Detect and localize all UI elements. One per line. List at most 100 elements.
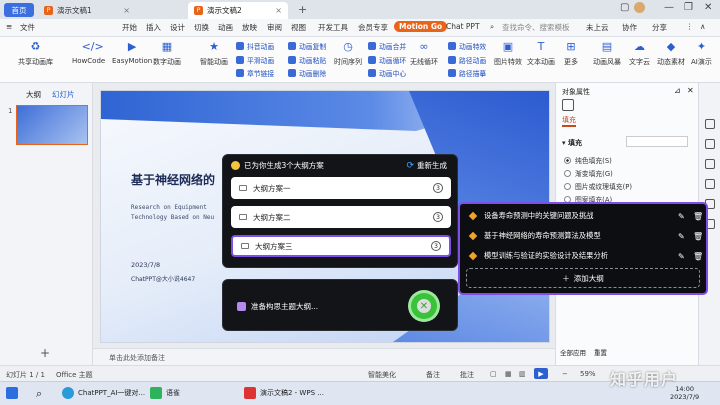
more-button[interactable]: ⊞ 更多: [564, 40, 578, 67]
infinite-loop-button[interactable]: ∞ 无线循环: [410, 40, 438, 67]
anim-merge-button[interactable]: 动画合并: [368, 41, 406, 51]
trash-icon[interactable]: 🗑: [693, 212, 703, 221]
notes-button[interactable]: 备注: [426, 370, 440, 380]
tab-doc1[interactable]: P 演示文稿1 ×: [38, 2, 136, 19]
share-anim-button[interactable]: ♻ 共享动画库: [18, 40, 53, 67]
tab-slides[interactable]: 幻灯片: [52, 89, 75, 100]
menu-insert[interactable]: 插入: [146, 22, 161, 33]
notes-area[interactable]: 单击此处添加备注: [93, 348, 555, 365]
menu-member[interactable]: 会员专享: [358, 22, 388, 33]
chapter-link-button[interactable]: 章节链接: [236, 68, 274, 78]
path-anim-button[interactable]: 路径动画: [448, 55, 486, 65]
apply-all-button[interactable]: 全部应用: [560, 347, 586, 357]
taskbar-app-yuque[interactable]: 语雀: [150, 387, 180, 399]
outline-item[interactable]: 设备寿命预测中的关键问题及挑战 ✎ 🗑: [468, 207, 703, 225]
new-tab-icon[interactable]: +: [298, 3, 307, 16]
maximize-icon[interactable]: ❐: [684, 2, 693, 13]
start-icon[interactable]: [6, 387, 22, 399]
reading-view-icon[interactable]: ▥: [519, 370, 526, 378]
layout-icon[interactable]: ▢: [620, 2, 629, 13]
collab-button[interactable]: 协作: [622, 22, 637, 33]
menu-start[interactable]: 开始: [122, 22, 137, 33]
tab-home[interactable]: 首页: [4, 3, 34, 17]
trash-icon[interactable]: 🗑: [693, 252, 703, 261]
menu-slideshow[interactable]: 放映: [242, 22, 257, 33]
radio-solid-fill[interactable]: 纯色填充(S): [564, 155, 612, 165]
menu-hamburger-icon[interactable]: ≡: [6, 22, 12, 31]
taskbar-app-chatppt[interactable]: ChatPPT_AI一键对...: [62, 387, 145, 399]
fill-section-title[interactable]: ▾ 填充: [562, 138, 582, 148]
zoom-out-icon[interactable]: −: [562, 370, 568, 378]
menu-dev-tools[interactable]: 开发工具: [318, 22, 348, 33]
cancel-generation-button[interactable]: ✕: [411, 293, 437, 319]
avatar[interactable]: [634, 2, 645, 13]
plan-option-1[interactable]: 大纲方案一 3: [231, 177, 451, 199]
taskbar-app-wps[interactable]: 演示文稿2 - WPS ...: [244, 387, 324, 399]
tab-doc2[interactable]: P 演示文稿2 ×: [188, 2, 288, 19]
zoom-level[interactable]: 59%: [580, 370, 596, 378]
slide-date[interactable]: 2023/7/8: [131, 261, 160, 269]
anim-loop-button[interactable]: 动画循环: [368, 55, 406, 65]
tab-fill[interactable]: 填充: [562, 115, 576, 125]
outline-item[interactable]: 模型训练与验证的实验设计及结果分析 ✎ 🗑: [468, 247, 703, 265]
slide-thumbnail[interactable]: [16, 105, 88, 145]
path-trace-button[interactable]: 路径描摹: [448, 68, 486, 78]
reset-button[interactable]: 重置: [594, 347, 607, 357]
tab-outline[interactable]: 大纲: [26, 89, 41, 100]
slide-author[interactable]: ChatPPT@大小说4647: [131, 274, 195, 283]
smooth-anim-button[interactable]: 平滑动画: [236, 55, 274, 65]
anim-delete-button[interactable]: 动画删除: [288, 68, 326, 78]
slide-subtitle[interactable]: Research on Equipment Technology Based o…: [131, 203, 214, 223]
edit-icon[interactable]: ✎: [678, 232, 687, 241]
trash-icon[interactable]: 🗑: [693, 232, 703, 241]
minimize-icon[interactable]: —: [664, 2, 674, 13]
collapse-ribbon-icon[interactable]: ∧: [700, 22, 706, 31]
image-effect-button[interactable]: ▣ 图片特效: [494, 40, 522, 67]
radio-gradient-fill[interactable]: 渐变填充(G): [564, 168, 613, 178]
add-outline-button[interactable]: ＋ 添加大纲: [466, 268, 700, 288]
menu-animation[interactable]: 动画: [218, 22, 233, 33]
outline-item[interactable]: 基于神经网络的寿命预测算法及模型 ✎ 🗑: [468, 227, 703, 245]
search-icon[interactable]: ⌕: [36, 387, 42, 401]
settings-icon[interactable]: [705, 139, 715, 149]
radio-picture-fill[interactable]: 图片或纹理填充(P): [564, 181, 632, 191]
sorter-view-icon[interactable]: ▦: [505, 370, 512, 378]
fill-bucket-icon[interactable]: [562, 99, 574, 111]
menu-design[interactable]: 设计: [170, 22, 185, 33]
plan-option-3[interactable]: 大纲方案三 3: [231, 235, 451, 257]
cloud-sync-status[interactable]: 未上云: [586, 22, 609, 33]
digital-anim-button[interactable]: ▦ 数字动画: [153, 40, 181, 67]
ai-demo-button[interactable]: ✦ AI演示: [691, 40, 712, 67]
regenerate-button[interactable]: ⟳ 重新生成: [406, 160, 447, 171]
search-input[interactable]: 查找命令、搜索模板: [502, 22, 570, 33]
anim-center-button[interactable]: 动画中心: [368, 68, 406, 78]
close-panel-icon[interactable]: ✕: [687, 86, 694, 95]
properties-icon[interactable]: [705, 119, 715, 129]
style-icon[interactable]: [705, 159, 715, 169]
share-button[interactable]: 分享: [652, 22, 667, 33]
word-cloud-button[interactable]: ☁ 文字云: [629, 40, 650, 67]
anim-storm-button[interactable]: ▤ 动画风暴: [593, 40, 621, 67]
close-tab-icon[interactable]: ×: [275, 6, 282, 15]
normal-view-icon[interactable]: ▢: [490, 370, 497, 378]
text-anim-button[interactable]: T 文本动画: [527, 40, 555, 67]
comments-button[interactable]: 批注: [460, 370, 474, 380]
shape-icon[interactable]: [705, 179, 715, 189]
menu-view[interactable]: 视图: [291, 22, 306, 33]
add-slide-icon[interactable]: +: [40, 346, 50, 360]
howcode-button[interactable]: </> HowCode: [72, 40, 105, 65]
close-window-icon[interactable]: ✕: [704, 2, 712, 13]
easymotion-button[interactable]: ▶ EasyMotion: [112, 40, 152, 65]
menu-review[interactable]: 审阅: [267, 22, 282, 33]
time-series-button[interactable]: ◷ 时间序列: [334, 40, 362, 67]
menu-motion-go[interactable]: Motion Go: [394, 21, 448, 32]
edit-icon[interactable]: ✎: [678, 212, 687, 221]
plan-option-2[interactable]: 大纲方案二 3: [231, 206, 451, 228]
anim-effect-button[interactable]: 动画特效: [448, 41, 486, 51]
menu-file[interactable]: 文件: [20, 22, 35, 33]
edit-icon[interactable]: ✎: [678, 252, 687, 261]
more-icon[interactable]: ⋮: [686, 22, 694, 31]
menu-chatppt[interactable]: Chat PPT: [446, 22, 480, 31]
menu-transition[interactable]: 切换: [194, 22, 209, 33]
fill-dropdown[interactable]: [626, 136, 688, 147]
